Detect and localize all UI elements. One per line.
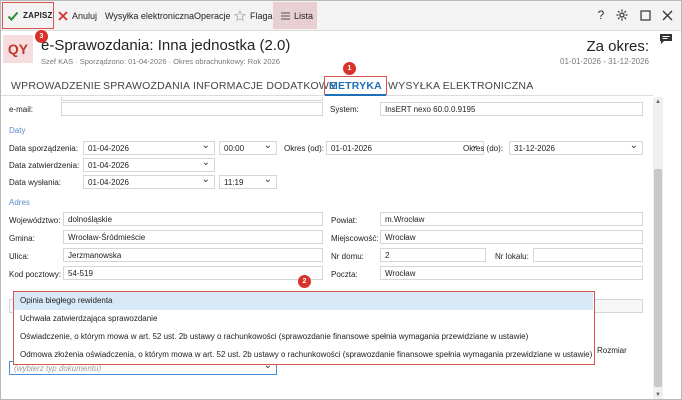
locality-field[interactable]: Wrocław — [380, 230, 643, 244]
county-field[interactable]: m.Wrocław — [380, 212, 643, 226]
house-no-label: Nr domu: — [331, 252, 364, 261]
period-to-label: Okres (do): — [463, 144, 504, 153]
system-label: System: — [330, 105, 359, 114]
save-button[interactable]: ZAPISZ — [2, 2, 54, 29]
flag-label: Flaga — [250, 11, 273, 21]
flat-no-label: Nr lokalu: — [495, 252, 529, 261]
scroll-up-icon[interactable]: ▲ — [654, 98, 662, 106]
date-prepared-label: Data sporządzenia: — [9, 144, 78, 153]
locality-label: Miejscowość: — [331, 234, 379, 243]
email-label: e-mail: — [9, 105, 34, 114]
address-section-title: Adres — [9, 198, 30, 207]
gear-icon[interactable] — [614, 7, 630, 23]
hamburger-icon — [281, 12, 290, 20]
operations-label: Operacje — [194, 11, 231, 21]
dates-section-title: Daty — [9, 126, 26, 135]
postcode-label: Kod pocztowy: — [9, 270, 62, 279]
system-field[interactable]: InsERT nexo 60.0.0.9195 — [380, 102, 643, 116]
email-field[interactable] — [61, 102, 323, 116]
time-sent-field[interactable]: 11:19 — [219, 175, 277, 189]
tab-metryka[interactable]: METRYKA — [324, 76, 387, 96]
date-sent-label: Data wysłania: — [9, 178, 62, 187]
cancel-button[interactable]: Anuluj — [58, 4, 97, 28]
house-no-field[interactable]: 2 — [380, 248, 486, 262]
period-from-label: Okres (od): — [284, 144, 325, 153]
list-button[interactable]: Lista — [273, 2, 317, 29]
time-prepared-field[interactable]: 00:00 — [219, 141, 277, 155]
tab-sprawozdania[interactable]: SPRAWOZDANIA — [103, 76, 190, 96]
tab-wysylka-elektroniczna[interactable]: WYSYŁKA ELEKTRONICZNA — [388, 76, 533, 96]
dropdown-option-oswiadczenie[interactable]: Oświadczenie, o którym mowa w art. 52 us… — [14, 328, 593, 346]
post-office-field[interactable]: Wrocław — [380, 266, 643, 280]
close-icon — [58, 11, 68, 21]
send-label: Wysyłka elektroniczna — [105, 11, 194, 21]
callout-badge-3: 3 — [35, 30, 48, 43]
dropdown-option-uchwala[interactable]: Uchwała zatwierdzająca sprawozdanie — [14, 310, 593, 328]
send-electronic-button[interactable]: Wysyłka elektroniczna — [105, 4, 194, 28]
scroll-down-icon[interactable]: ▼ — [654, 391, 662, 399]
tab-informacje-dodatkowe[interactable]: INFORMACJE DODATKOWE — [193, 76, 336, 96]
flag-button[interactable]: Flaga — [234, 4, 273, 28]
app-window: ZAPISZ Anuluj Wysyłka elektroniczna Oper… — [0, 0, 682, 400]
cancel-label: Anuluj — [72, 11, 98, 21]
street-field[interactable]: Jerzmanowska — [63, 248, 323, 262]
document-type-dropdown: Opinia biegłego rewidenta Uchwała zatwie… — [13, 291, 595, 365]
tab-wprowadzenie[interactable]: WPROWADZENIE — [11, 76, 101, 96]
maximize-icon[interactable] — [637, 7, 653, 23]
period-to-field[interactable]: 31-12-2026 — [509, 141, 643, 155]
checkmark-icon — [7, 10, 19, 22]
operations-button[interactable]: Operacje — [194, 4, 231, 28]
callout-badge-2: 2 — [298, 275, 311, 288]
street-label: Ulica: — [9, 252, 30, 261]
period-from-field[interactable]: 01-01-2026 — [326, 141, 484, 155]
date-approved-label: Data zatwierdzenia: — [9, 161, 80, 170]
toolbar: ZAPISZ Anuluj Wysyłka elektroniczna Oper… — [1, 1, 681, 31]
postcode-field[interactable]: 54-519 — [63, 266, 323, 280]
voivodeship-field[interactable]: dolnośląskie — [63, 212, 323, 226]
save-label: ZAPISZ — [23, 11, 53, 20]
period-value: 01-01-2026 - 31-12-2026 — [560, 57, 649, 66]
commune-field[interactable]: Wrocław-Śródmieście — [63, 230, 323, 244]
date-sent-field[interactable]: 01-04-2026 — [83, 175, 215, 189]
period-label: Za okres: — [586, 38, 649, 55]
help-icon[interactable]: ? — [593, 7, 609, 23]
commune-label: Gmina: — [9, 234, 35, 243]
tab-bar: WPROWADZENIE SPRAWOZDANIA INFORMACJE DOD… — [1, 76, 653, 96]
vertical-scrollbar[interactable]: ▲ ▼ — [653, 97, 663, 399]
scroll-thumb[interactable] — [654, 169, 662, 387]
close-window-icon[interactable] — [659, 7, 675, 23]
callout-badge-1: 1 — [343, 62, 356, 75]
dropdown-option-opinia[interactable]: Opinia biegłego rewidenta — [14, 292, 593, 310]
voivodeship-label: Województwo: — [9, 216, 61, 225]
company-logo: QY — [3, 35, 33, 63]
document-meta: Szef KAS · Sporządzono: 01-04-2026 · Okr… — [41, 57, 280, 66]
document-title: e-Sprawozdania: Inna jednostka (2.0) — [41, 37, 291, 54]
county-label: Powiat: — [331, 216, 358, 225]
post-office-label: Poczta: — [331, 270, 358, 279]
list-label: Lista — [294, 10, 314, 21]
size-column-header: Rozmiar — [597, 346, 627, 355]
comment-icon[interactable] — [659, 33, 673, 45]
date-approved-field[interactable]: 01-04-2026 — [83, 158, 215, 172]
star-icon — [234, 10, 246, 22]
hidden-field-above[interactable] — [61, 97, 323, 101]
dropdown-option-odmowa[interactable]: Odmowa złożenia oświadczenia, o którym m… — [14, 346, 593, 364]
flat-no-field[interactable] — [533, 248, 643, 262]
date-prepared-field[interactable]: 01-04-2026 — [83, 141, 215, 155]
